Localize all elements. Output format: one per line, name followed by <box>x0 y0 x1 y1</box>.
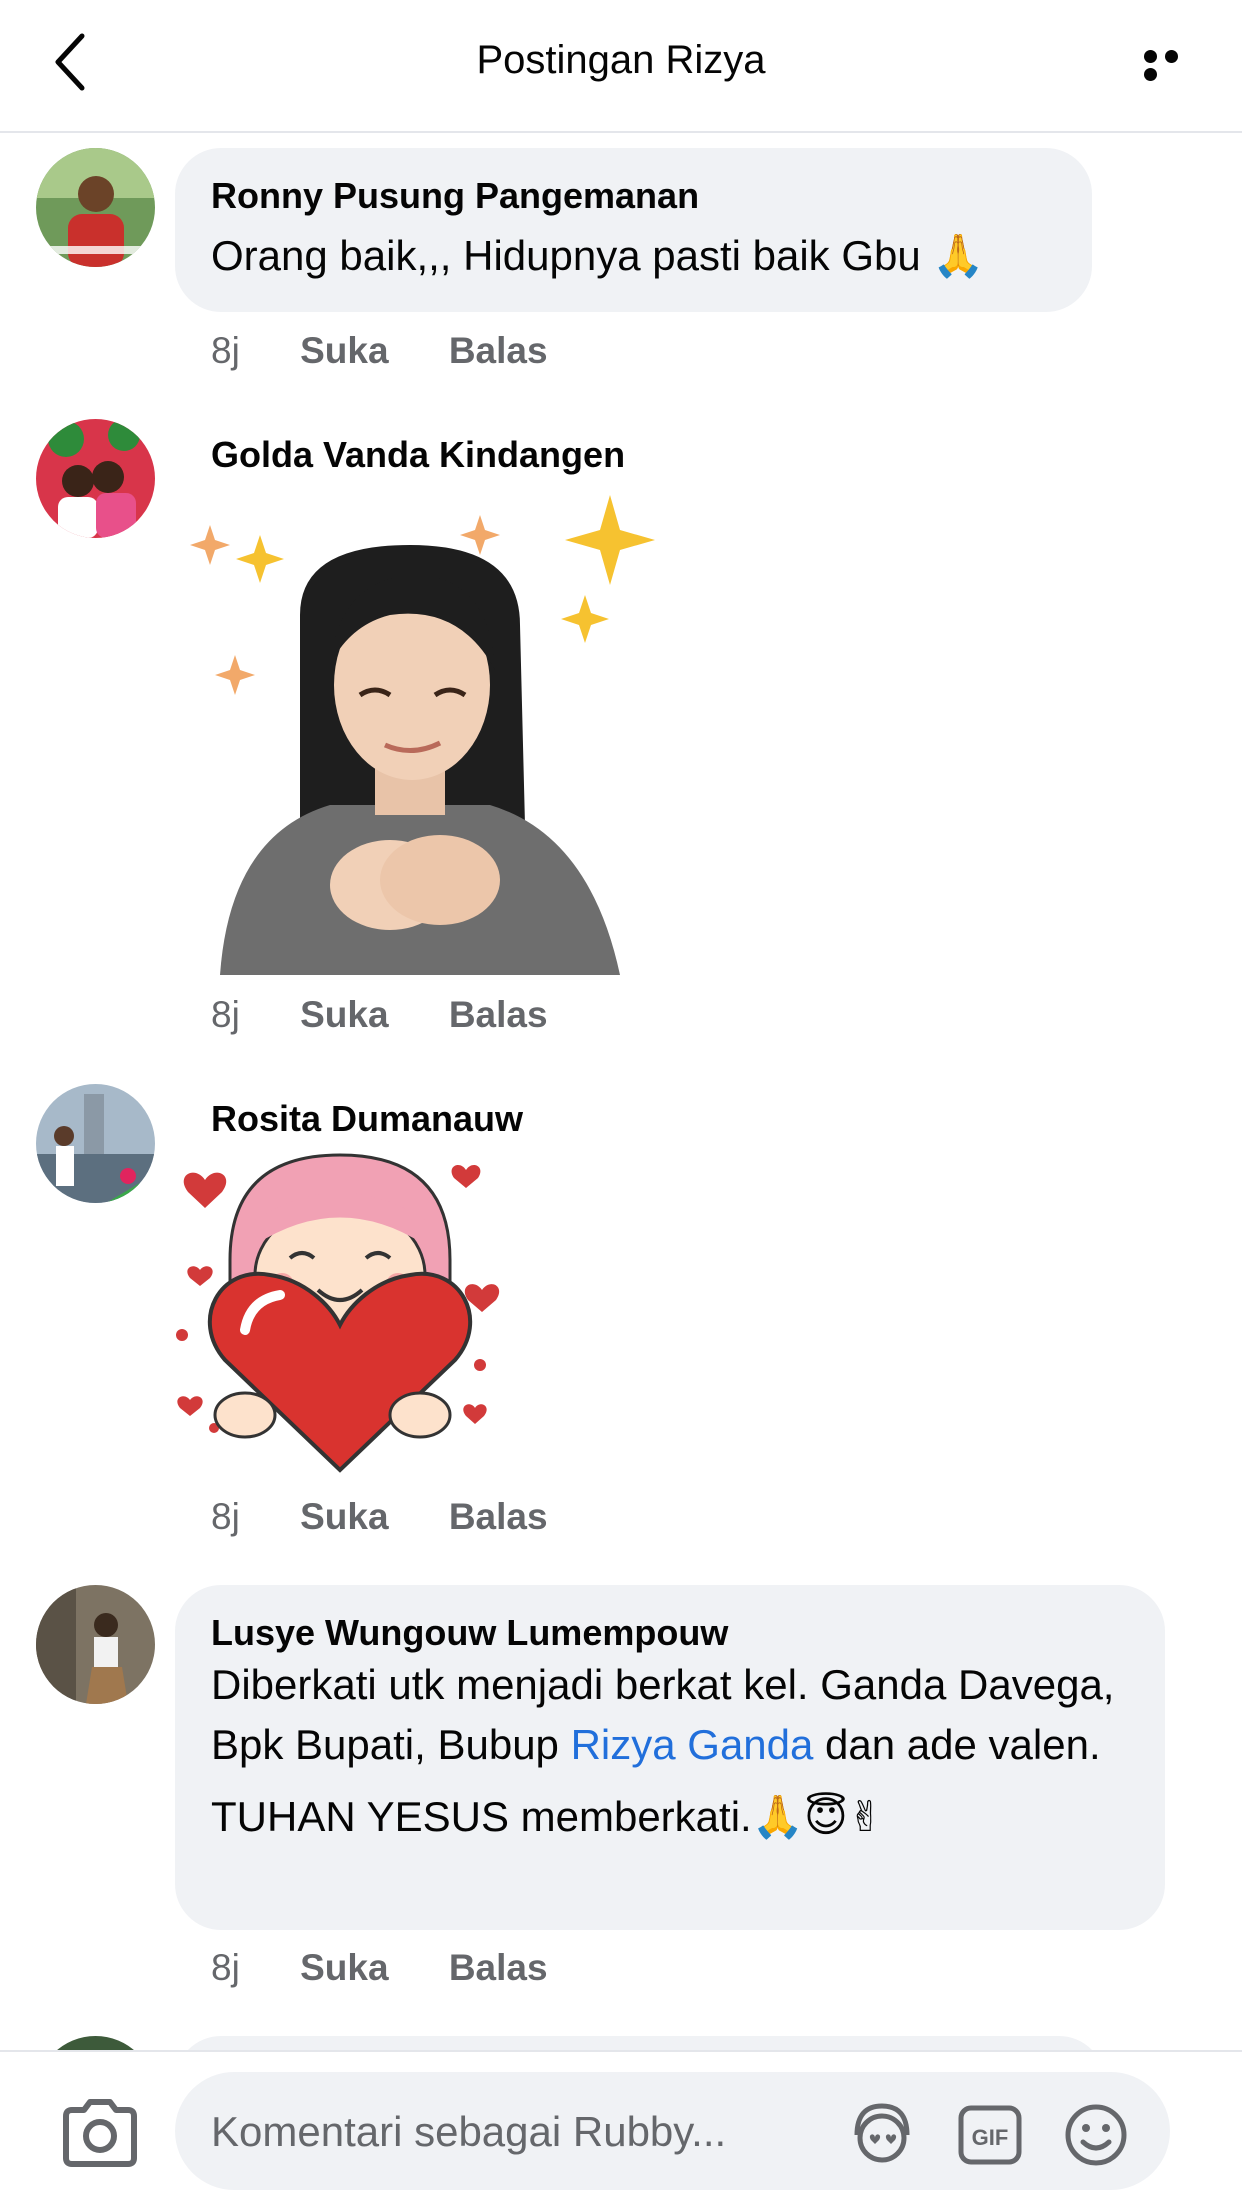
comment-meta: 8j Suka Balas <box>211 1947 598 1989</box>
gif-icon: GIF <box>958 2105 1022 2165</box>
avatar[interactable] <box>36 1084 155 1203</box>
girl-holding-heart-sticker[interactable] <box>170 1150 510 1480</box>
comment-time[interactable]: 8j <box>211 994 240 1036</box>
comment-text: Orang baik,,, Hidupnya pasti baik Gbu 🙏 <box>211 232 985 279</box>
reply-button[interactable]: Balas <box>449 1496 548 1538</box>
like-button[interactable]: Suka <box>300 330 388 372</box>
comment-text: Diberkati utk menjadi berkat kel. Ganda … <box>211 1661 1115 1768</box>
comment-time[interactable]: 8j <box>211 1947 240 1989</box>
comment-bubble[interactable]: Lusye Wungouw Lumempouw Diberkati utk me… <box>175 1585 1165 1930</box>
comment-author[interactable]: Rosita Dumanauw <box>211 1098 523 1140</box>
more-options-button[interactable] <box>1144 50 1204 81</box>
comment-placeholder: Komentari sebagai Rubby... <box>211 2108 727 2155</box>
comment-meta: 8j Suka Balas <box>211 1496 598 1538</box>
comment-input[interactable]: Komentari sebagai Rubby... GIF <box>175 2072 1170 2190</box>
avatar[interactable] <box>36 148 155 267</box>
reply-button[interactable]: Balas <box>449 994 548 1036</box>
comment-time[interactable]: 8j <box>211 1496 240 1538</box>
top-navigation-bar: Postingan Rizya <box>0 0 1242 133</box>
comment-time[interactable]: 8j <box>211 330 240 372</box>
camera-icon <box>63 2099 137 2167</box>
avatar-sticker-button[interactable] <box>847 2100 917 2170</box>
svg-text:GIF: GIF <box>972 2125 1009 2150</box>
comment-author[interactable]: Lusye Wungouw Lumempouw <box>211 1611 1129 1655</box>
more-dots-icon <box>1144 50 1157 63</box>
comment-bubble[interactable]: Ronny Pusung Pangemanan Orang baik,,, Hi… <box>175 148 1092 312</box>
avatar[interactable] <box>36 1585 155 1704</box>
like-button[interactable]: Suka <box>300 1496 388 1538</box>
reply-button[interactable]: Balas <box>449 330 548 372</box>
reply-button[interactable]: Balas <box>449 1947 548 1989</box>
comment-composer: Komentari sebagai Rubby... GIF <box>0 2050 1242 2210</box>
page-title: Postingan Rizya <box>476 38 766 82</box>
comment-meta: 8j Suka Balas <box>211 330 598 372</box>
like-button[interactable]: Suka <box>300 1947 388 1989</box>
comment-text-line: TUHAN YESUS memberkati.🙏😇✌ <box>211 1793 883 1840</box>
like-button[interactable]: Suka <box>300 994 388 1036</box>
comment-author[interactable]: Ronny Pusung Pangemanan <box>211 174 1056 218</box>
gif-button[interactable]: GIF <box>955 2100 1025 2170</box>
comment-meta: 8j Suka Balas <box>211 994 598 1036</box>
emoji-icon <box>1065 2104 1127 2166</box>
emoji-button[interactable] <box>1061 2100 1131 2170</box>
avatar-sticker-icon <box>854 2103 910 2163</box>
avatar[interactable] <box>36 419 155 538</box>
avatar-sticker[interactable] <box>190 495 660 975</box>
comment-author[interactable]: Golda Vanda Kindangen <box>211 434 625 476</box>
camera-button[interactable] <box>60 2098 140 2168</box>
mention-link[interactable]: Rizya Ganda <box>571 1721 814 1768</box>
